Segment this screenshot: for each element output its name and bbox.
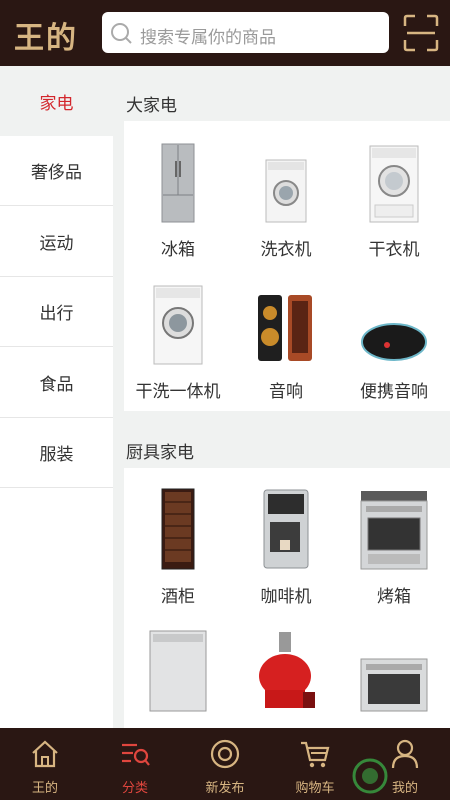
wine-cabinet-icon bbox=[161, 488, 195, 570]
product-name: 酒柜 bbox=[161, 587, 195, 607]
product-dishwasher[interactable] bbox=[124, 630, 232, 724]
category-sidebar: 家电 奢侈品 运动 出行 食品 服装 bbox=[0, 66, 113, 728]
product-dryer[interactable]: 干衣机 bbox=[340, 143, 448, 260]
oven-icon bbox=[360, 491, 428, 570]
section-title-major-appliances: 大家电 bbox=[126, 96, 177, 116]
juicer-icon bbox=[259, 632, 315, 708]
product-built-in-oven[interactable] bbox=[340, 632, 448, 724]
product-name: 咖啡机 bbox=[260, 587, 312, 607]
tab-label: 分类 bbox=[121, 781, 148, 796]
watermark-logo-icon bbox=[352, 758, 388, 794]
sidebar-item-appliances[interactable]: 家电 bbox=[0, 66, 113, 136]
tab-new-release[interactable]: 新发布 bbox=[180, 728, 270, 800]
product-speaker[interactable]: 音响 bbox=[232, 285, 340, 402]
sidebar-item-sports[interactable]: 运动 bbox=[0, 207, 113, 277]
tab-label: 王的 bbox=[31, 781, 58, 796]
product-fridge[interactable]: 冰箱 bbox=[124, 143, 232, 260]
washing-machine-icon bbox=[265, 159, 307, 223]
washer-dryer-icon bbox=[153, 285, 203, 365]
portable-speaker-icon bbox=[361, 323, 427, 361]
dishwasher-icon bbox=[149, 630, 207, 712]
product-name: 洗衣机 bbox=[260, 240, 312, 260]
product-name: 冰箱 bbox=[161, 240, 195, 260]
coffee-machine-icon bbox=[263, 489, 309, 569]
category-icon bbox=[122, 743, 150, 766]
search-bar[interactable]: 搜索专属你的商品 bbox=[102, 12, 389, 53]
product-name: 干衣机 bbox=[368, 240, 420, 260]
product-panel-major-appliances: 冰箱 洗衣机 干衣机 干洗一体机 音响 便携音响 bbox=[124, 121, 450, 411]
tab-category[interactable]: 分类 bbox=[90, 728, 180, 800]
product-washer-dryer[interactable]: 干洗一体机 bbox=[124, 285, 232, 402]
top-bar: 王的 搜索专属你的商品 bbox=[0, 0, 450, 66]
tab-home[interactable]: 王的 bbox=[0, 728, 90, 800]
tab-label: 购物车 bbox=[295, 781, 335, 796]
product-panel-kitchen-appliances: 酒柜 咖啡机 烤箱 bbox=[124, 468, 450, 728]
profile-icon bbox=[391, 739, 419, 769]
product-name: 干洗一体机 bbox=[135, 382, 221, 402]
speaker-icon bbox=[258, 295, 312, 361]
product-portable-speaker[interactable]: 便携音响 bbox=[340, 285, 448, 402]
product-name: 烤箱 bbox=[377, 587, 411, 607]
section-title-kitchen-appliances: 厨具家电 bbox=[126, 443, 194, 463]
product-name: 便携音响 bbox=[360, 382, 428, 402]
fridge-icon bbox=[161, 143, 195, 223]
dryer-icon bbox=[369, 145, 419, 223]
built-in-oven-icon bbox=[360, 658, 428, 712]
product-wine-cabinet[interactable]: 酒柜 bbox=[124, 488, 232, 607]
cart-icon bbox=[301, 741, 330, 768]
scan-icon[interactable] bbox=[403, 14, 439, 52]
tab-cart[interactable]: 购物车 bbox=[270, 728, 360, 800]
search-placeholder: 搜索专属你的商品 bbox=[140, 28, 276, 48]
sidebar-item-luxury[interactable]: 奢侈品 bbox=[0, 136, 113, 206]
product-name: 音响 bbox=[269, 382, 303, 402]
new-release-icon bbox=[210, 739, 240, 769]
sidebar-item-travel[interactable]: 出行 bbox=[0, 277, 113, 347]
product-washer[interactable]: 洗衣机 bbox=[232, 143, 340, 260]
sidebar-item-food[interactable]: 食品 bbox=[0, 348, 113, 418]
home-icon bbox=[32, 740, 58, 768]
sidebar-item-clothing[interactable]: 服装 bbox=[0, 418, 113, 488]
search-icon bbox=[111, 23, 132, 44]
product-oven[interactable]: 烤箱 bbox=[340, 490, 448, 607]
product-juicer[interactable] bbox=[232, 632, 340, 724]
app-logo[interactable]: 王的 bbox=[14, 13, 78, 57]
tab-label: 新发布 bbox=[205, 781, 245, 796]
product-coffee-machine[interactable]: 咖啡机 bbox=[232, 489, 340, 607]
